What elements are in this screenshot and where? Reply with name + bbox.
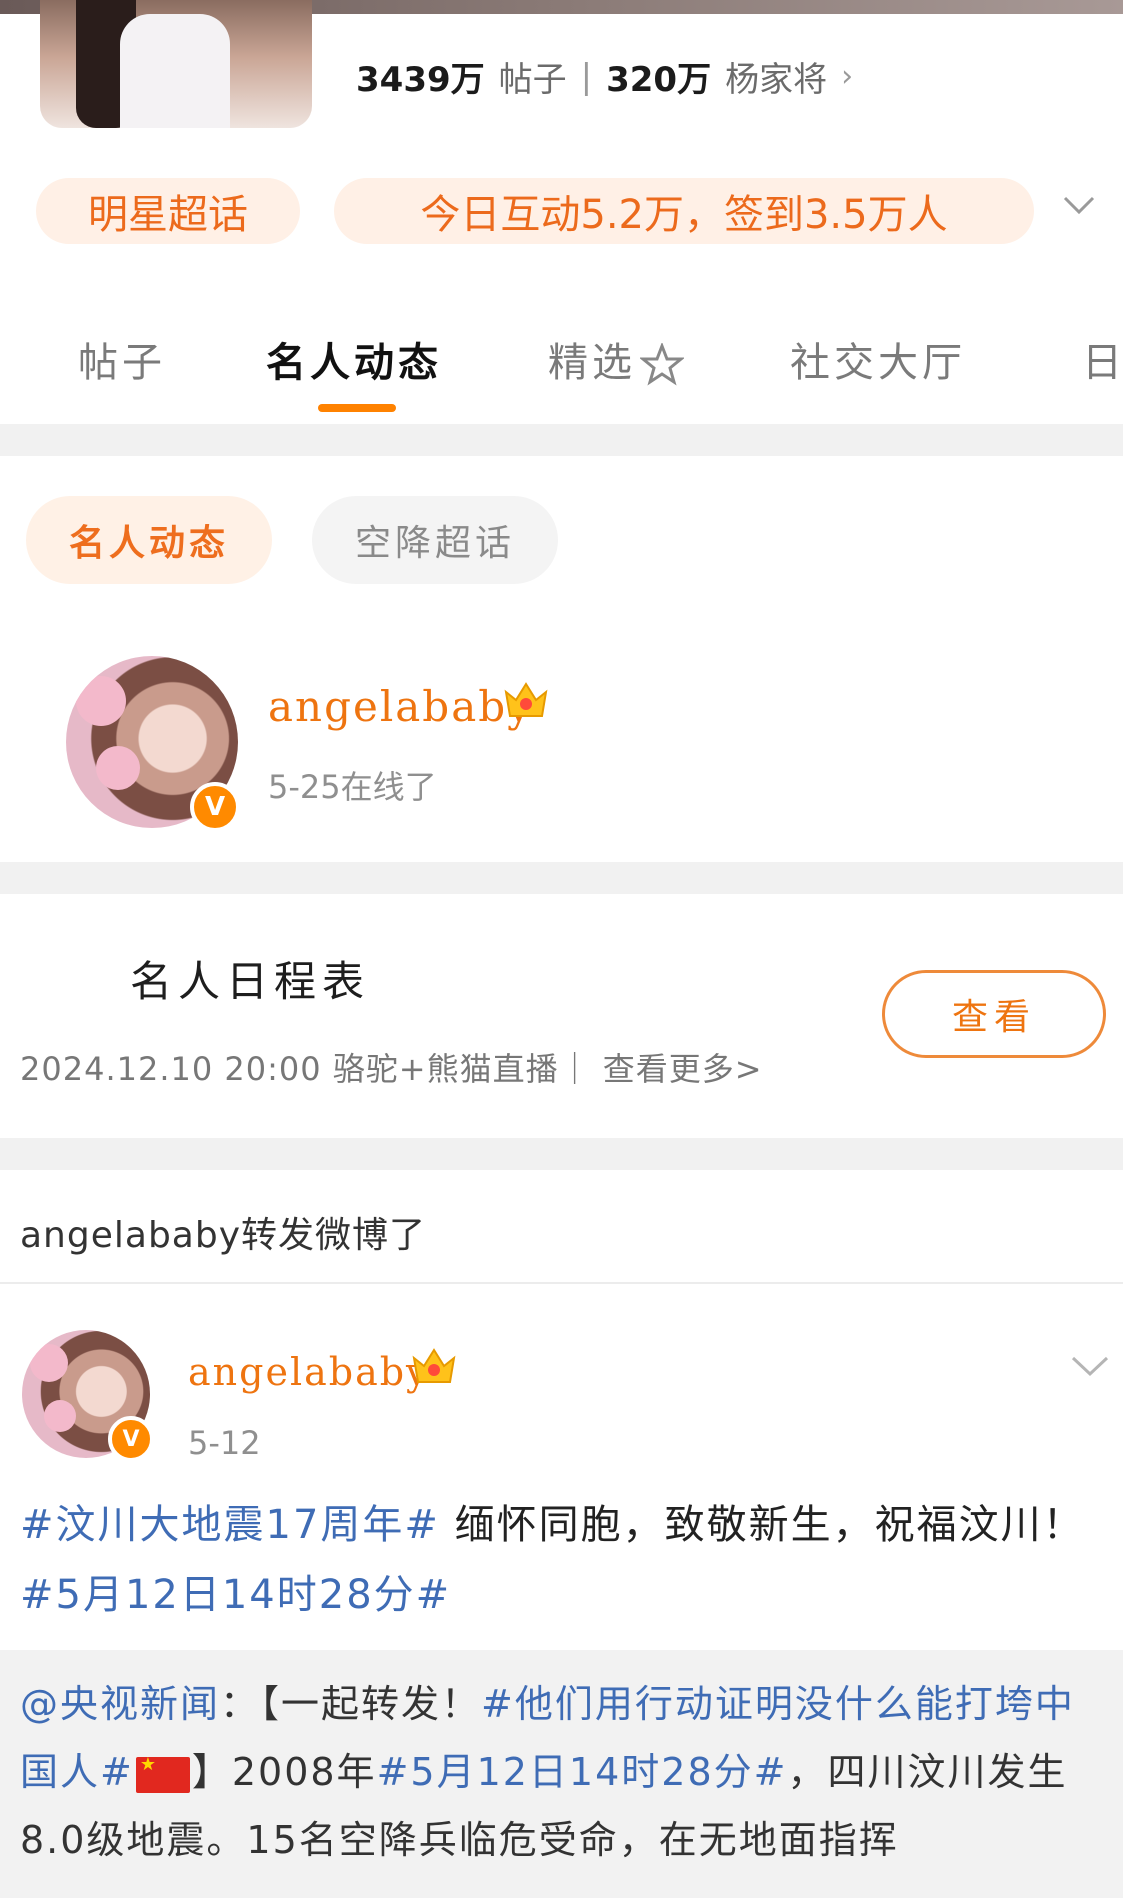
- reposted-content[interactable]: @央视新闻：【一起转发！#他们用行动证明没什么能打垮中国人#】2008年#5月1…: [0, 1650, 1123, 1898]
- chip-celebrity-updates[interactable]: 名人动态: [26, 496, 272, 584]
- avatar-flower: [44, 1400, 76, 1432]
- chip-airdrop-topic[interactable]: 空降超话: [312, 496, 558, 584]
- post-body: #汶川大地震17周年# 缅怀同胞，致敬新生，祝福汶川！ #5月12日14时28分#: [20, 1490, 1110, 1630]
- crown-icon: [504, 682, 548, 717]
- posts-label: 帖子: [498, 60, 567, 100]
- mention-link[interactable]: @央视新闻: [20, 1682, 220, 1726]
- star-icon: [640, 343, 684, 386]
- tab-celebrity-updates[interactable]: 名人动态: [266, 330, 442, 388]
- active-tab-indicator: [318, 404, 396, 412]
- cover-dress: [120, 14, 230, 128]
- star-topic-chip[interactable]: 明星超话: [36, 178, 300, 244]
- tab-featured-label: 精选: [548, 340, 636, 386]
- topic-stats[interactable]: 3439万 帖子 | 320万 杨家将 ›: [356, 52, 853, 101]
- crown-icon: [412, 1348, 456, 1383]
- tab-posts[interactable]: 帖子: [78, 330, 166, 388]
- post-author-name[interactable]: angelababy: [188, 1350, 430, 1394]
- hashtag-link[interactable]: #汶川大地震17周年#: [20, 1502, 440, 1548]
- reposted-text: @央视新闻：【一起转发！#他们用行动证明没什么能打垮中国人#】2008年#5月1…: [20, 1670, 1110, 1874]
- avatar-flower: [30, 1344, 68, 1382]
- post-text: 缅怀同胞，致敬新生，祝福汶川！: [439, 1502, 1085, 1548]
- view-schedule-button[interactable]: 查看: [882, 970, 1106, 1058]
- tab-social-hall[interactable]: 社交大厅: [790, 330, 966, 388]
- section-gap: [0, 862, 1123, 894]
- avatar-flower: [76, 676, 126, 726]
- posts-count: 3439万: [356, 60, 485, 100]
- daily-activity-chip[interactable]: 今日互动5.2万，签到3.5万人: [334, 178, 1034, 244]
- chevron-down-icon[interactable]: [1062, 188, 1096, 222]
- divider: [0, 1282, 1123, 1284]
- china-flag-icon: [135, 1755, 190, 1793]
- post-date: 5-12: [188, 1424, 261, 1462]
- tab-bar: 帖子 名人动态 精选 社交大厅 日: [0, 320, 1123, 412]
- schedule-detail[interactable]: 2024.12.10 20:00 骆驼+熊猫直播｜ 查看更多>: [20, 1044, 763, 1090]
- verified-badge-icon: V: [190, 782, 240, 832]
- user-name[interactable]: angelababy: [268, 682, 533, 731]
- verified-badge-icon: V: [108, 1416, 154, 1462]
- user-online-status: 5-25在线了: [268, 768, 437, 806]
- topic-header: 3439万 帖子 | 320万 杨家将 › 明星超话 今日互动5.2万，签到3.…: [0, 0, 1123, 420]
- section-gap: [0, 424, 1123, 456]
- fans-count: 320万: [606, 60, 712, 100]
- chevron-down-icon[interactable]: [1070, 1346, 1110, 1386]
- hashtag-link[interactable]: #5月12日14时28分#: [377, 1750, 788, 1794]
- super-topic-page: 3439万 帖子 | 320万 杨家将 › 明星超话 今日互动5.2万，签到3.…: [0, 0, 1123, 1898]
- chevron-right-icon: ›: [841, 59, 854, 94]
- hashtag-link[interactable]: #5月12日14时28分#: [20, 1572, 451, 1618]
- avatar-flower: [96, 746, 140, 790]
- fans-label: 杨家将: [725, 60, 828, 100]
- quote-text: 】2008年: [191, 1750, 377, 1794]
- quote-text: ：【一起转发！: [220, 1682, 482, 1726]
- schedule-title: 名人日程表: [130, 957, 371, 1006]
- section-gap: [0, 1138, 1123, 1170]
- topic-cover-image[interactable]: [40, 0, 312, 128]
- stats-separator: |: [580, 56, 593, 97]
- tab-featured[interactable]: 精选: [548, 330, 684, 388]
- tab-daily[interactable]: 日: [1082, 330, 1123, 388]
- repost-note: angelababy转发微博了: [20, 1215, 427, 1256]
